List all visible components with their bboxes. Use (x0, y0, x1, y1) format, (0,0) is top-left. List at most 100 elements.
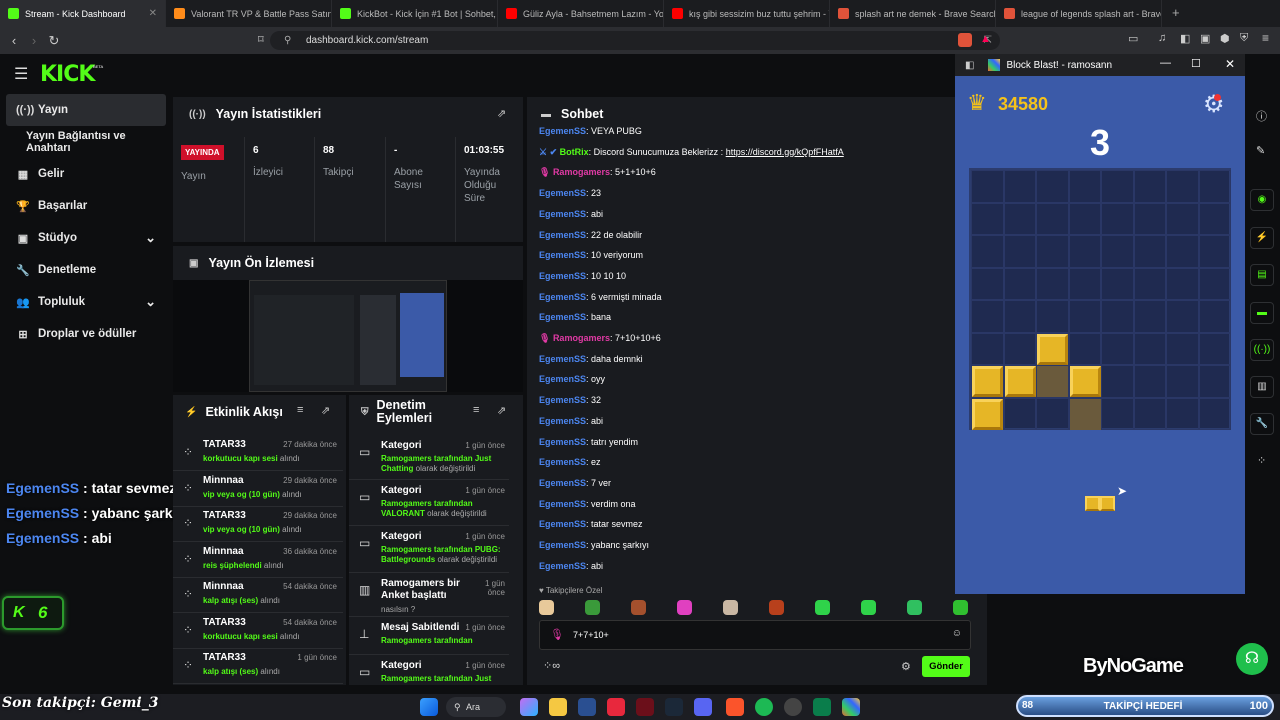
brave-icon[interactable] (726, 698, 744, 716)
chat-username[interactable]: EgemenSS (539, 374, 586, 384)
chat-username[interactable]: EgemenSS (539, 540, 586, 550)
rail-layout-icon[interactable]: ▥ (1250, 376, 1274, 398)
emote-icon[interactable] (585, 600, 600, 615)
riot-icon[interactable] (636, 698, 654, 716)
bookmark-icon[interactable]: ⌑ (258, 33, 264, 46)
windows-start-icon[interactable] (420, 698, 438, 716)
emote-icon[interactable] (539, 600, 554, 615)
app-icon[interactable] (578, 698, 596, 716)
emote-icon[interactable] (815, 600, 830, 615)
browser-tab[interactable]: Valorant TR VP & Battle Pass Satın Al✕ (166, 0, 332, 27)
activity-item[interactable]: ⁘ TATAR33 1 gün önce kalp atışı (ses) alınd… (173, 648, 343, 684)
activity-item[interactable]: ⁘ TATAR33 27 dakika önce korkutucu kapı ses… (173, 435, 343, 471)
chat-message[interactable]: EgemenSS: ez (539, 457, 601, 467)
chat-message[interactable]: EgemenSS: 32 (539, 395, 601, 405)
bot-icon[interactable]: ⁘∞ (543, 659, 560, 672)
chat-username[interactable]: EgemenSS (539, 457, 586, 467)
browser-tab[interactable]: KickBot - Kick İçin #1 Bot | Sohbet, E✕ (332, 0, 498, 27)
sidebar-toggle-icon[interactable]: ▭ (1128, 32, 1138, 45)
chat-username[interactable]: EgemenSS (539, 250, 586, 260)
chat-username[interactable]: EgemenSS (539, 188, 586, 198)
chat-username[interactable]: EgemenSS (539, 292, 586, 302)
sidebar-item[interactable]: 🔧 Denetleme (0, 254, 172, 286)
kick-logo[interactable]: KICK (40, 62, 95, 87)
activity-item[interactable]: ⁘ Minnnaa 29 dakika önce vip veya og (10 gü… (173, 471, 343, 507)
chat-message[interactable]: EgemenSS: abi (539, 209, 603, 219)
chat-settings-icon[interactable]: ⚙ (901, 660, 911, 673)
chat-message[interactable]: 🎙 Ramogamers: 5+1+10+6 (539, 167, 656, 178)
chat-message[interactable]: EgemenSS: tatar sevmez (539, 519, 643, 529)
chat-username[interactable]: EgemenSS (539, 416, 586, 426)
chat-input[interactable]: 🎙 7+7+10+ ☺ (539, 620, 971, 650)
chevron-down-icon[interactable]: ⌄ (145, 230, 156, 246)
browser-tab[interactable]: league of legends splash art - Brave✕ (996, 0, 1162, 27)
chat-message[interactable]: EgemenSS: 22 de olabilir (539, 230, 642, 240)
menu-icon[interactable]: ≡ (1262, 31, 1269, 45)
chat-message[interactable]: 🎙 Ramogamers: 7+10+10+6 (539, 333, 661, 344)
steam-icon[interactable] (665, 698, 683, 716)
reload-icon[interactable]: ↻ (44, 33, 64, 49)
chat-message[interactable]: EgemenSS: 10 veriyorum (539, 250, 643, 260)
rail-broadcast-icon[interactable]: ((·)) (1250, 339, 1274, 361)
emote-icon[interactable] (769, 600, 784, 615)
emoji-icon[interactable]: ☺ (952, 628, 962, 639)
taskbar-search[interactable]: ⚲ Ara (446, 697, 506, 717)
send-button[interactable]: Gönder (922, 656, 970, 677)
filter-icon[interactable]: ≡ (297, 404, 303, 416)
chat-username[interactable]: EgemenSS (539, 209, 586, 219)
chat-username[interactable]: EgemenSS (539, 561, 586, 571)
chat-username[interactable]: EgemenSS (539, 312, 586, 322)
chat-username[interactable]: EgemenSS (539, 354, 586, 364)
media-icon[interactable]: ♫ (1158, 32, 1166, 44)
rail-chat-icon[interactable]: ▬ (1250, 302, 1274, 324)
close-icon[interactable]: ✕ (1225, 57, 1235, 71)
moderation-item[interactable]: ▭ Kategori 1 gün önce Ramogamers tarafından… (349, 655, 509, 685)
emote-icon[interactable] (677, 600, 692, 615)
chevron-down-icon[interactable]: ⌄ (145, 294, 156, 310)
browser-tab[interactable]: Stream - Kick Dashboard ✕ (0, 0, 166, 27)
chat-message[interactable]: EgemenSS: oyy (539, 374, 605, 384)
browser-tab[interactable]: splash art ne demek - Brave Search✕ (830, 0, 996, 27)
chat-message[interactable]: EgemenSS: abi (539, 561, 603, 571)
popout-icon[interactable]: ⇗ (497, 404, 506, 417)
emote-icon[interactable] (861, 600, 876, 615)
excel-icon[interactable] (813, 698, 831, 716)
maximize-icon[interactable]: ☐ (1191, 57, 1201, 70)
popout-icon[interactable]: ⇗ (321, 404, 330, 417)
chat-message[interactable]: EgemenSS: bana (539, 312, 611, 322)
chat-username[interactable]: Ramogamers (553, 333, 610, 343)
new-tab-icon[interactable]: + (1162, 0, 1190, 27)
sidebar-item[interactable]: 🏆 Başarılar (0, 190, 172, 222)
brave-rewards-icon[interactable]: ▲ (980, 33, 991, 45)
valorant-icon[interactable] (607, 698, 625, 716)
discord-icon[interactable] (694, 698, 712, 716)
panel-icon[interactable]: ◧ (965, 60, 974, 71)
chat-message[interactable]: EgemenSS: tatrı yendim (539, 437, 638, 447)
wallet-icon[interactable]: ▣ (1200, 32, 1210, 45)
support-chat-icon[interactable]: ☊ (1236, 643, 1268, 675)
chat-username[interactable]: BotRix (560, 147, 589, 157)
moderation-item[interactable]: ⊥ Mesaj Sabitlendi 1 gün önce Ramogamers ta… (349, 617, 509, 655)
rail-camera-icon[interactable]: ◉ (1250, 189, 1274, 211)
activity-item[interactable]: ⁘ TATAR33 29 dakika önce vip veya og (10 gü… (173, 506, 343, 542)
block-blast-game[interactable]: ♛ 34580 ⚙ 3 ➤ (955, 76, 1245, 594)
tab-close-icon[interactable]: ✕ (145, 8, 157, 19)
rail-bot-icon[interactable]: ⁘ (1257, 454, 1266, 467)
chat-message[interactable]: EgemenSS: 6 vermişti minada (539, 292, 662, 302)
copilot-icon[interactable] (520, 698, 538, 716)
hamburger-icon[interactable]: ☰ (14, 64, 28, 84)
chat-username[interactable]: EgemenSS (539, 127, 586, 136)
chat-messages[interactable]: EgemenSS: VEYA PUBG ⚔ ✔ BotRix: Discord S… (527, 127, 957, 577)
next-piece[interactable] (1085, 496, 1115, 512)
forward-icon[interactable]: › (24, 33, 44, 48)
chat-message[interactable]: EgemenSS: 7 ver (539, 478, 611, 488)
edit-icon[interactable]: ✎ (1256, 144, 1265, 157)
emote-icon[interactable] (953, 600, 968, 615)
spotify-icon[interactable] (755, 698, 773, 716)
chat-username[interactable]: EgemenSS (539, 395, 586, 405)
moderation-item[interactable]: ▥ Ramogamers bir Anket başlattı 1 gün önce… (349, 573, 509, 617)
activity-item[interactable]: ⁘ TATAR33 54 dakika önce korkutucu kapı ses… (173, 613, 343, 649)
chat-username[interactable]: Ramogamers (553, 167, 610, 177)
minimize-icon[interactable]: — (1160, 57, 1171, 69)
chat-message[interactable]: EgemenSS: VEYA PUBG (539, 127, 642, 136)
